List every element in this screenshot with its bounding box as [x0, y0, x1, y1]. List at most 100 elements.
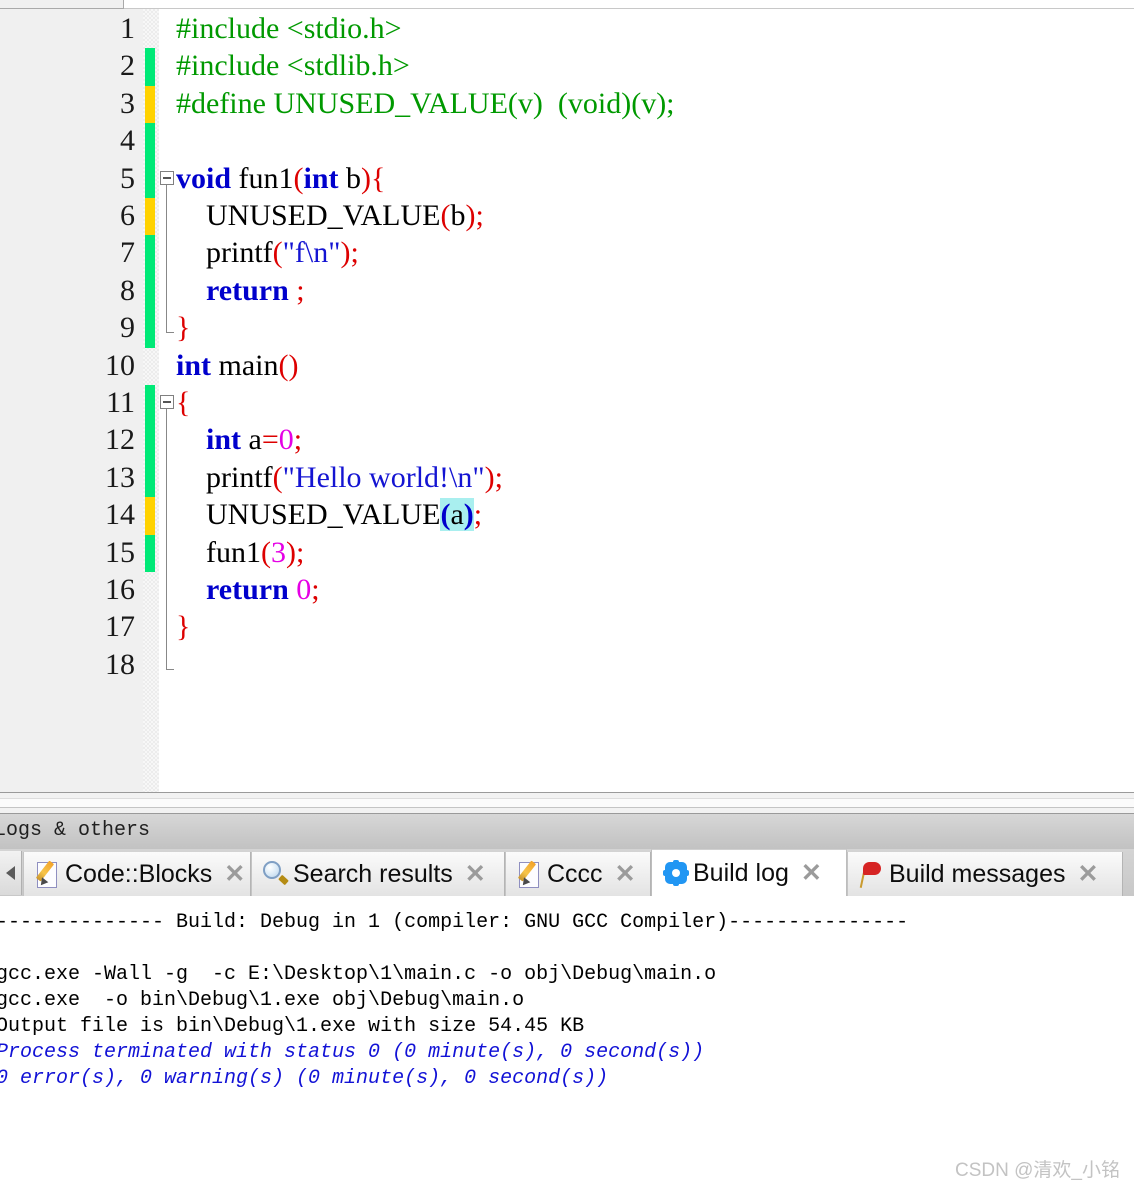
- code-line[interactable]: int main(): [176, 348, 299, 382]
- code-editor[interactable]: 1 2 3 4 5 6 7 8 9 10 11 12 13 14 15 16 17 18 #include <st…: [0, 9, 1134, 792]
- tab-close-icon[interactable]: ✕: [1077, 861, 1098, 887]
- code-token: int: [303, 161, 339, 195]
- code-line[interactable]: fun1(3);: [176, 535, 305, 569]
- build-log-output[interactable]: -------------- Build: Debug in 1 (compil…: [0, 896, 1134, 1194]
- tab-label: Search results: [293, 859, 453, 888]
- tab-scroll-left-button[interactable]: [0, 851, 22, 895]
- code-line[interactable]: int a=0;: [176, 425, 302, 455]
- fold-collapse-icon[interactable]: [160, 395, 174, 409]
- line-number: 5: [120, 161, 135, 195]
- document-pencil-icon: [34, 860, 62, 888]
- code-token: printf: [176, 236, 273, 270]
- code-token: #include <stdio.h>: [176, 12, 402, 45]
- tab-cccc[interactable]: Cccc ✕: [505, 852, 651, 896]
- code-token: "Hello world!\n": [282, 460, 485, 494]
- code-token: (): [278, 348, 299, 382]
- code-line[interactable]: return 0;: [176, 575, 320, 605]
- change-marker-yellow: [145, 198, 155, 236]
- code-line[interactable]: }: [176, 313, 190, 343]
- code-token: ): [463, 498, 474, 532]
- logs-panel-caption-bar: Logs & others: [0, 814, 1134, 849]
- change-marker-yellow: [145, 497, 155, 535]
- line-number: 13: [105, 460, 135, 494]
- panel-splitter-grip[interactable]: [0, 798, 1134, 808]
- line-number: 6: [120, 199, 135, 232]
- code-line[interactable]: void fun1(int b){: [176, 161, 385, 195]
- code-line[interactable]: #include <stdlib.h>: [176, 51, 410, 81]
- code-token: (: [261, 535, 271, 569]
- code-token: (: [440, 199, 451, 232]
- tab-label: Code::Blocks: [65, 859, 213, 888]
- flag-icon: [858, 860, 886, 888]
- panel-splitter[interactable]: [0, 792, 1134, 814]
- code-line[interactable]: return ;: [176, 273, 305, 307]
- line-number: 2: [120, 49, 135, 83]
- code-line[interactable]: }: [176, 612, 190, 642]
- code-token: 0: [278, 423, 294, 457]
- tab-label: Build log: [693, 858, 789, 887]
- code-token: "f\n": [282, 236, 341, 270]
- code-text-area[interactable]: #include <stdio.h> #include <stdlib.h> #de…: [176, 9, 1134, 792]
- tabstrip-segment-right: [124, 0, 1134, 9]
- code-token: ;: [494, 460, 503, 494]
- code-token: ): [465, 199, 476, 232]
- tab-close-icon[interactable]: ✕: [801, 860, 822, 886]
- code-token: ): [484, 460, 495, 494]
- tab-code-blocks[interactable]: Code::Blocks ✕: [23, 852, 251, 896]
- line-number: 3: [120, 86, 135, 120]
- tab-build-log[interactable]: Build log ✕: [651, 849, 847, 896]
- build-log-line: -------------- Build: Debug in 1 (compil…: [0, 911, 909, 934]
- code-line[interactable]: #define UNUSED_VALUE(v) (void)(v);: [176, 86, 675, 120]
- line-number: 4: [120, 124, 135, 158]
- code-token: a: [241, 423, 262, 457]
- code-token: }: [176, 311, 191, 345]
- tab-close-icon[interactable]: ✕: [465, 861, 486, 887]
- code-token: {: [176, 386, 191, 419]
- code-line[interactable]: printf("f\n");: [176, 238, 359, 268]
- code-token: (: [440, 498, 451, 532]
- editor-tabstrip-remnant: [0, 0, 1134, 9]
- line-number: 11: [106, 386, 135, 419]
- code-token: return: [176, 573, 289, 606]
- gear-icon: [662, 859, 690, 887]
- code-line[interactable]: UNUSED_VALUE(a);: [176, 498, 483, 532]
- code-token: ): [361, 161, 372, 195]
- line-number: 14: [105, 498, 135, 532]
- tab-search-results[interactable]: Search results ✕: [251, 852, 505, 896]
- fold-range-line: [166, 409, 167, 669]
- tab-close-icon[interactable]: ✕: [615, 861, 636, 887]
- code-token: ;: [473, 498, 483, 532]
- fold-range-line: [166, 184, 167, 333]
- build-log-line: 0 error(s), 0 warning(s) (0 minute(s), 0…: [0, 1067, 609, 1090]
- code-token: ): [286, 535, 296, 569]
- code-token: b: [450, 199, 466, 232]
- change-marker-green: [145, 48, 155, 86]
- tab-build-messages[interactable]: Build messages ✕: [847, 852, 1123, 896]
- code-token: ;: [293, 423, 303, 457]
- code-token: (: [272, 460, 283, 494]
- line-number: 15: [105, 535, 135, 569]
- build-log-line: Process terminated with status 0 (0 minu…: [0, 1041, 705, 1064]
- chevron-left-icon: [6, 866, 15, 880]
- fold-range-end: [166, 332, 174, 334]
- fold-collapse-icon[interactable]: [160, 170, 174, 185]
- code-token: ;: [296, 535, 305, 569]
- build-log-line: gcc.exe -o bin\Debug\1.exe obj\Debug\mai…: [0, 989, 525, 1012]
- line-number: 18: [105, 647, 135, 681]
- code-token: =: [261, 423, 279, 457]
- code-token: return: [176, 273, 289, 307]
- tab-close-icon[interactable]: ✕: [224, 861, 245, 887]
- build-log-line: gcc.exe -Wall -g -c E:\Desktop\1\main.c …: [0, 963, 717, 986]
- code-line[interactable]: {: [176, 388, 190, 418]
- code-token: #define UNUSED_VALUE(v) (void)(v);: [176, 86, 675, 120]
- code-line[interactable]: UNUSED_VALUE(b);: [176, 201, 484, 231]
- change-marker-green: [145, 235, 155, 348]
- code-token: UNUSED_VALUE: [176, 498, 441, 532]
- code-folding-gutter[interactable]: [159, 9, 177, 792]
- change-marker-green: [145, 123, 155, 198]
- code-line[interactable]: printf("Hello world!\n");: [176, 460, 503, 494]
- code-line[interactable]: #include <stdio.h>: [176, 14, 401, 44]
- change-marker-green: [145, 385, 155, 498]
- code-token: }: [176, 610, 191, 644]
- change-marker-gutter: [143, 9, 159, 792]
